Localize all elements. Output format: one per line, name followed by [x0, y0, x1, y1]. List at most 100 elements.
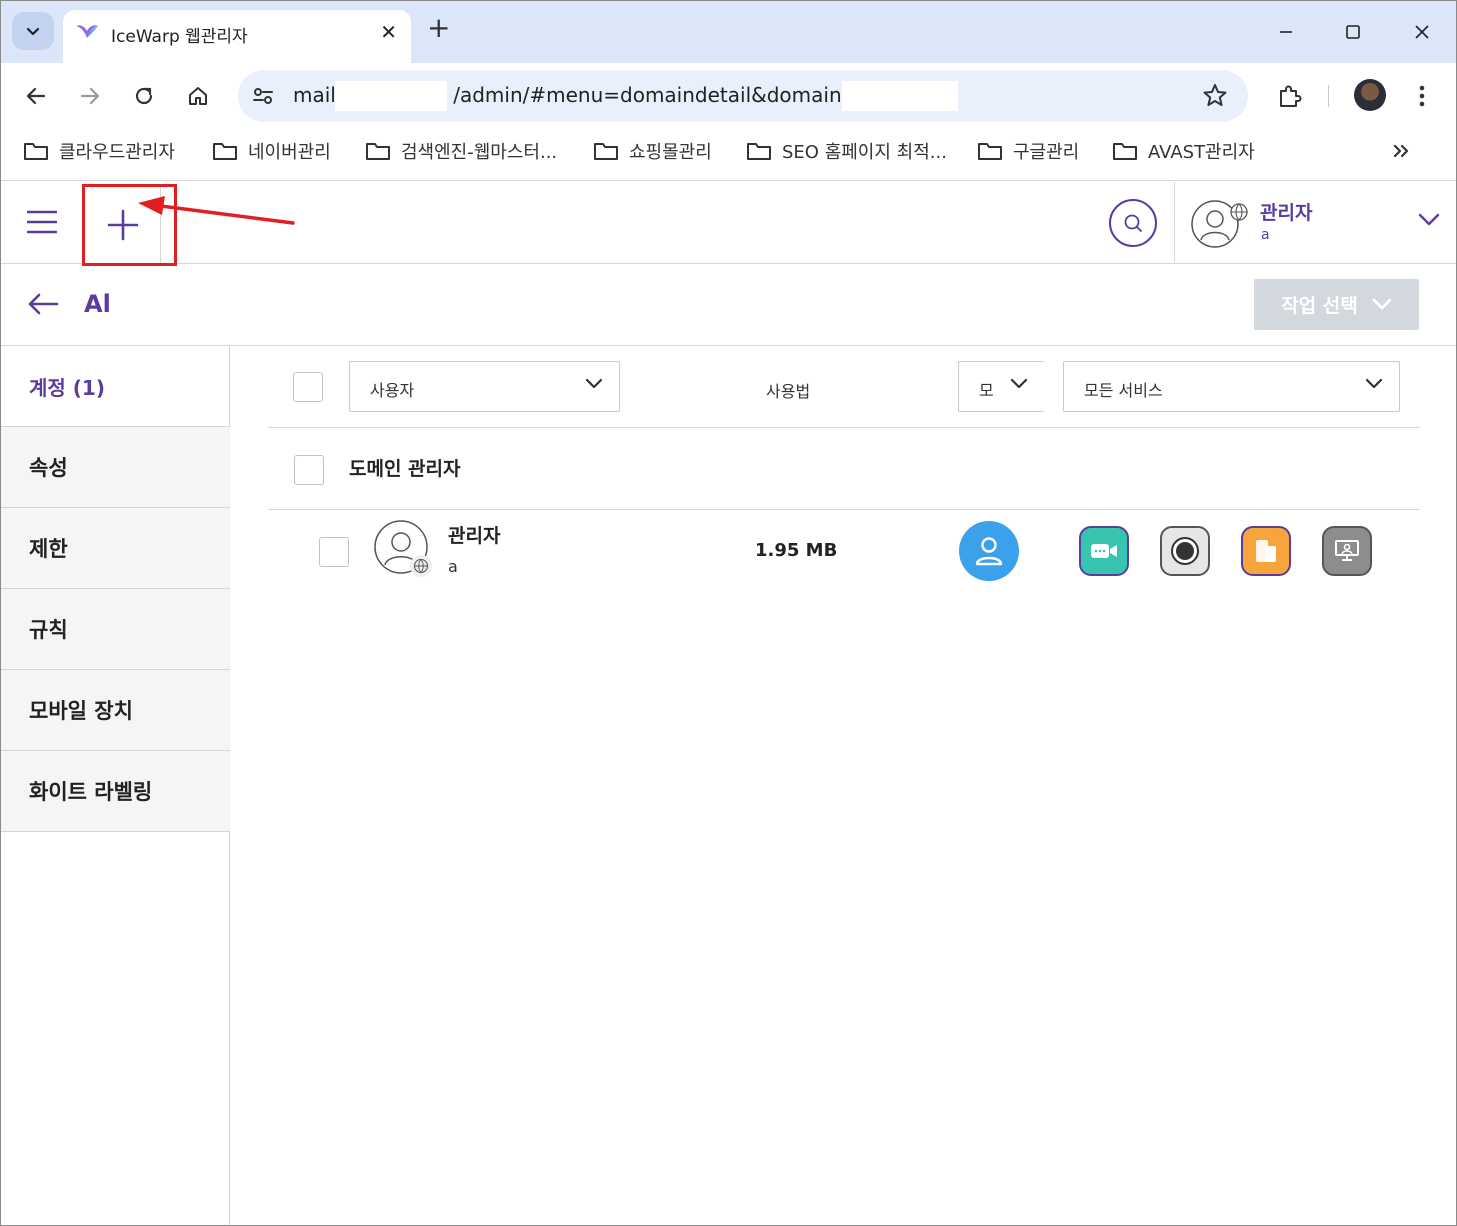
url-redaction [842, 81, 958, 111]
chevron-down-icon [1010, 378, 1028, 389]
chevron-down-icon [1365, 378, 1383, 389]
chevron-down-icon [1372, 298, 1392, 309]
account-name[interactable]: 관리자 [448, 521, 500, 548]
bookmark-item[interactable]: SEO 홈페이지 최적... [746, 138, 947, 164]
close-window-button[interactable] [1407, 17, 1437, 47]
site-settings-icon[interactable] [251, 84, 275, 108]
services-select[interactable]: 모든 서비스 [1063, 361, 1400, 412]
browser-toolbar: mail./admin/#menu=domaindetail&domain=a [1, 63, 1456, 129]
bookmark-label: 검색엔진-웹마스터... [401, 142, 558, 163]
search-button[interactable] [1109, 199, 1157, 247]
sidebar-item-white-labeling[interactable]: 화이트 라벨링 [1, 750, 230, 831]
user-menu-toggle[interactable] [1418, 212, 1440, 231]
user-type-value: 사용자 [370, 381, 415, 400]
bookmark-label: SEO 홈페이지 최적... [782, 142, 947, 163]
bookmark-item[interactable]: 구글관리 [977, 138, 1079, 164]
usage-column-header[interactable]: 사용법 [766, 378, 810, 402]
puzzle-icon [1280, 85, 1302, 107]
reload-button[interactable] [127, 79, 161, 113]
search-icon [1124, 214, 1142, 232]
folder-icon [24, 143, 48, 160]
sidebar-item-limits[interactable]: 제한 [1, 507, 230, 588]
group-checkbox[interactable] [294, 455, 324, 485]
presentation-icon [1335, 540, 1359, 561]
bookmarks-bar: 클라우드관리자 네이버관리 검색엔진-웹마스터... 쇼핑몰관리 SEO 홈페이… [1, 129, 1456, 181]
user-avatar-icon[interactable] [1191, 198, 1251, 250]
tab-title: IceWarp 웹관리자 [111, 27, 248, 47]
sidebar-item-label: 화이트 라벨링 [29, 780, 153, 804]
bookmark-label: 클라우드관리자 [59, 142, 175, 163]
new-tab-button[interactable]: + [427, 14, 450, 42]
toolbar-divider [1328, 85, 1329, 107]
account-email: a [448, 557, 458, 576]
hamburger-icon [26, 210, 58, 234]
arrow-left-icon [26, 87, 46, 105]
close-icon [1415, 25, 1429, 39]
divider [268, 509, 1420, 510]
divider [268, 427, 1420, 428]
icewarp-logo-icon [76, 25, 98, 38]
sidebar-divider [1, 831, 230, 832]
double-chevron-right-icon [1393, 144, 1409, 158]
chevron-down-icon [1418, 213, 1440, 226]
more-vertical-icon [1419, 85, 1425, 107]
record-service[interactable] [1160, 526, 1210, 576]
folder-icon [1113, 143, 1137, 160]
account-avatar-icon [374, 520, 432, 577]
minimize-button[interactable] [1271, 17, 1301, 47]
url-path: /admin/#menu=domaindetail&domain=a [453, 83, 871, 107]
more-bookmarks-button[interactable] [1391, 141, 1411, 165]
mode-select[interactable]: 모 [958, 361, 1044, 412]
back-button[interactable] [19, 79, 53, 113]
video-call-service[interactable] [1079, 526, 1129, 576]
browser-window: IceWarp 웹관리자 ✕ + mail./admin/#menu=domai… [0, 0, 1457, 1226]
sidebar-item-label: 속성 [29, 456, 68, 480]
maximize-button[interactable] [1338, 17, 1368, 47]
sidebar-item-accounts[interactable]: 계정 (1) [29, 372, 105, 401]
presentation-service[interactable] [1322, 526, 1372, 576]
app-header: 관리자 a [1, 182, 1456, 266]
address-bar[interactable]: mail./admin/#menu=domaindetail&domain=a [238, 70, 1248, 122]
mobile-devices-icon [1256, 540, 1276, 562]
chevron-down-icon [26, 27, 40, 36]
sidebar-item-mobile-devices[interactable]: 모바일 장치 [1, 669, 230, 750]
browser-menu-button[interactable] [1405, 79, 1439, 113]
sidebar-item-rules[interactable]: 규칙 [1, 588, 230, 669]
home-button[interactable] [181, 79, 215, 113]
back-to-list-button[interactable] [27, 292, 59, 320]
minimize-icon [1280, 31, 1292, 33]
select-all-checkbox[interactable] [293, 372, 323, 402]
page-title: Al [84, 290, 111, 318]
extensions-button[interactable] [1273, 79, 1307, 113]
forward-button[interactable] [73, 79, 107, 113]
tab-close-icon[interactable]: ✕ [380, 20, 397, 44]
profile-avatar[interactable] [1354, 79, 1386, 111]
mobile-devices-service[interactable] [1241, 526, 1291, 576]
reload-icon [135, 87, 153, 105]
bookmark-item[interactable]: 클라우드관리자 [23, 138, 175, 164]
mode-value: 모 [979, 381, 994, 400]
menu-toggle-button[interactable] [26, 210, 58, 238]
group-title: 도메인 관리자 [349, 458, 461, 480]
bookmark-star-icon[interactable] [1202, 82, 1228, 108]
bookmark-item[interactable]: AVAST관리자 [1112, 138, 1255, 164]
user-name[interactable]: 관리자 [1260, 198, 1312, 225]
bookmark-item[interactable]: 검색엔진-웹마스터... [365, 138, 557, 164]
tab-strip: IceWarp 웹관리자 ✕ + [1, 1, 1456, 63]
services-value: 모든 서비스 [1084, 381, 1163, 400]
account-usage: 1.95 MB [755, 540, 838, 561]
url-redaction [335, 81, 447, 111]
folder-icon [366, 143, 390, 160]
arrow-left-icon [28, 293, 59, 315]
tab-search-button[interactable] [12, 12, 54, 50]
row-checkbox[interactable] [319, 537, 349, 567]
sidebar-item-properties[interactable]: 속성 [1, 426, 230, 507]
select-action-button[interactable]: 작업 선택 [1254, 279, 1419, 330]
select-action-label: 작업 선택 [1281, 295, 1358, 317]
bookmark-label: 구글관리 [1013, 142, 1080, 163]
user-type-select[interactable]: 사용자 [349, 361, 620, 412]
browser-tab[interactable]: IceWarp 웹관리자 ✕ [63, 10, 411, 63]
domain-sidebar: 계정 (1) 속성 제한 규칙 모바일 장치 화이트 라벨링 [1, 346, 230, 1225]
bookmark-item[interactable]: 쇼핑몰관리 [593, 138, 712, 164]
bookmark-item[interactable]: 네이버관리 [212, 138, 331, 164]
